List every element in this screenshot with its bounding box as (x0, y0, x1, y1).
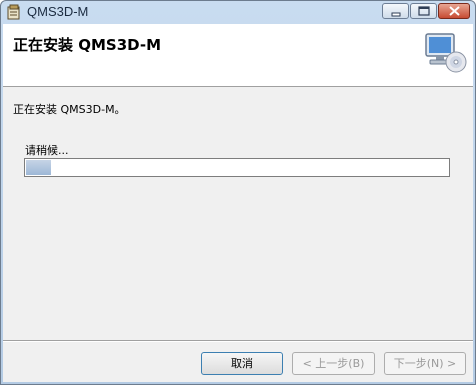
cancel-button[interactable]: 取消 (201, 352, 283, 375)
maximize-icon (418, 6, 430, 16)
dialog-header: 正在安装 QMS3D-M (3, 24, 473, 87)
header-title: 正在安装 QMS3D-M (13, 36, 162, 54)
computer-disc-icon (425, 33, 467, 73)
back-button[interactable]: < 上一步(B) (292, 352, 375, 375)
installer-app-icon (7, 4, 20, 20)
title-bar[interactable]: QMS3D-M (1, 1, 475, 23)
installer-window: QMS3D-M 正在安装 QMS3D-M 正在安装 QMS3D-M。 请稍候..… (0, 0, 476, 385)
maximize-button[interactable] (410, 3, 437, 19)
progress-bar-fill (26, 160, 51, 175)
progress-label: 请稍候... (25, 144, 69, 157)
window-title: QMS3D-M (27, 4, 89, 19)
dialog-content: 正在安装 QMS3D-M 正在安装 QMS3D-M。 请稍候... 取消 < 上… (3, 24, 473, 382)
close-button[interactable] (438, 3, 470, 19)
next-button[interactable]: 下一步(N) > (384, 352, 466, 375)
close-icon (449, 6, 460, 16)
minimize-icon (391, 12, 401, 17)
button-separator (3, 340, 473, 342)
progress-bar (24, 158, 450, 177)
status-text: 正在安装 QMS3D-M。 (13, 103, 126, 116)
minimize-button[interactable] (382, 3, 409, 19)
